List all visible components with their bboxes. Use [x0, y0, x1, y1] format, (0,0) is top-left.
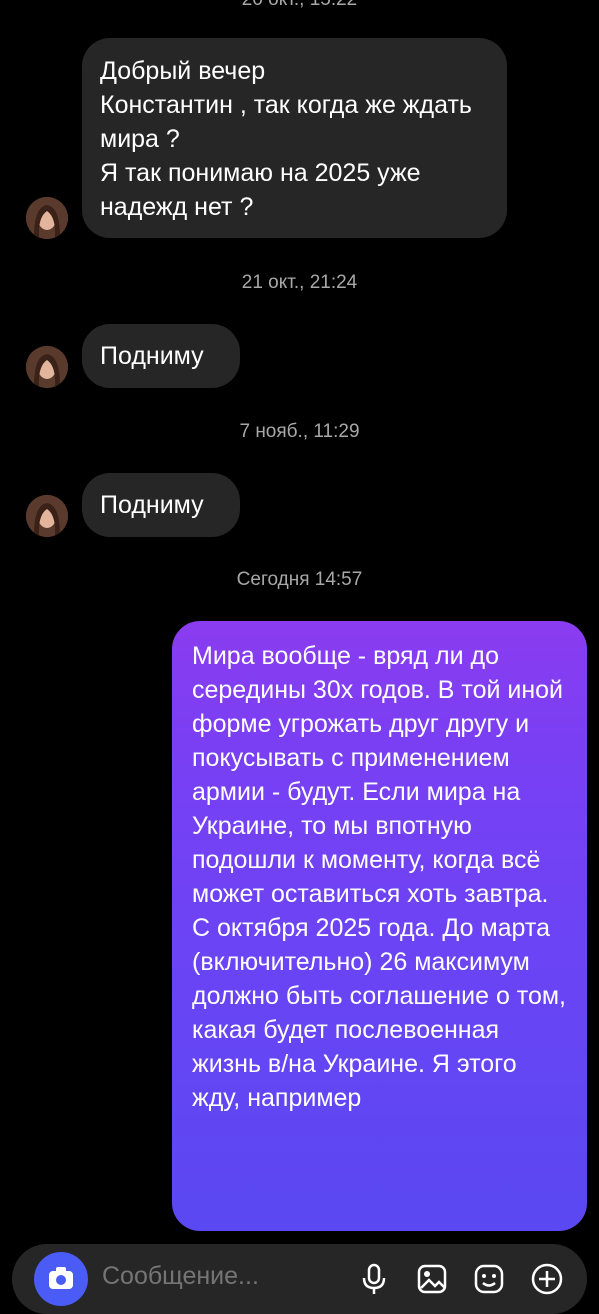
- sender-avatar[interactable]: [26, 346, 68, 388]
- message-timestamp: 7 нояб., 11:29: [239, 421, 360, 442]
- sender-avatar[interactable]: [26, 495, 68, 537]
- incoming-message-bubble: Подниму: [82, 473, 240, 537]
- plus-icon[interactable]: [530, 1262, 564, 1296]
- incoming-message-bubble: Подниму: [82, 324, 240, 388]
- top-timestamp: 20 окт., 15:22: [0, 0, 599, 10]
- incoming-message-bubble: Добрый вечер Константин , так когда же ж…: [82, 38, 507, 238]
- microphone-icon[interactable]: [357, 1262, 391, 1296]
- message-timestamp: 21 окт., 21:24: [241, 272, 358, 293]
- sender-avatar[interactable]: [26, 197, 68, 239]
- sticker-icon[interactable]: [472, 1262, 506, 1296]
- outgoing-message-bubble: Мира вообще - вряд ли до середины 30х го…: [172, 621, 587, 1231]
- camera-icon: [49, 1267, 73, 1289]
- message-timestamp: Сегодня 14:57: [236, 569, 363, 590]
- message-input[interactable]: [102, 1262, 342, 1291]
- message-composer: [12, 1244, 587, 1314]
- gallery-icon[interactable]: [415, 1262, 449, 1296]
- camera-button[interactable]: [34, 1252, 88, 1306]
